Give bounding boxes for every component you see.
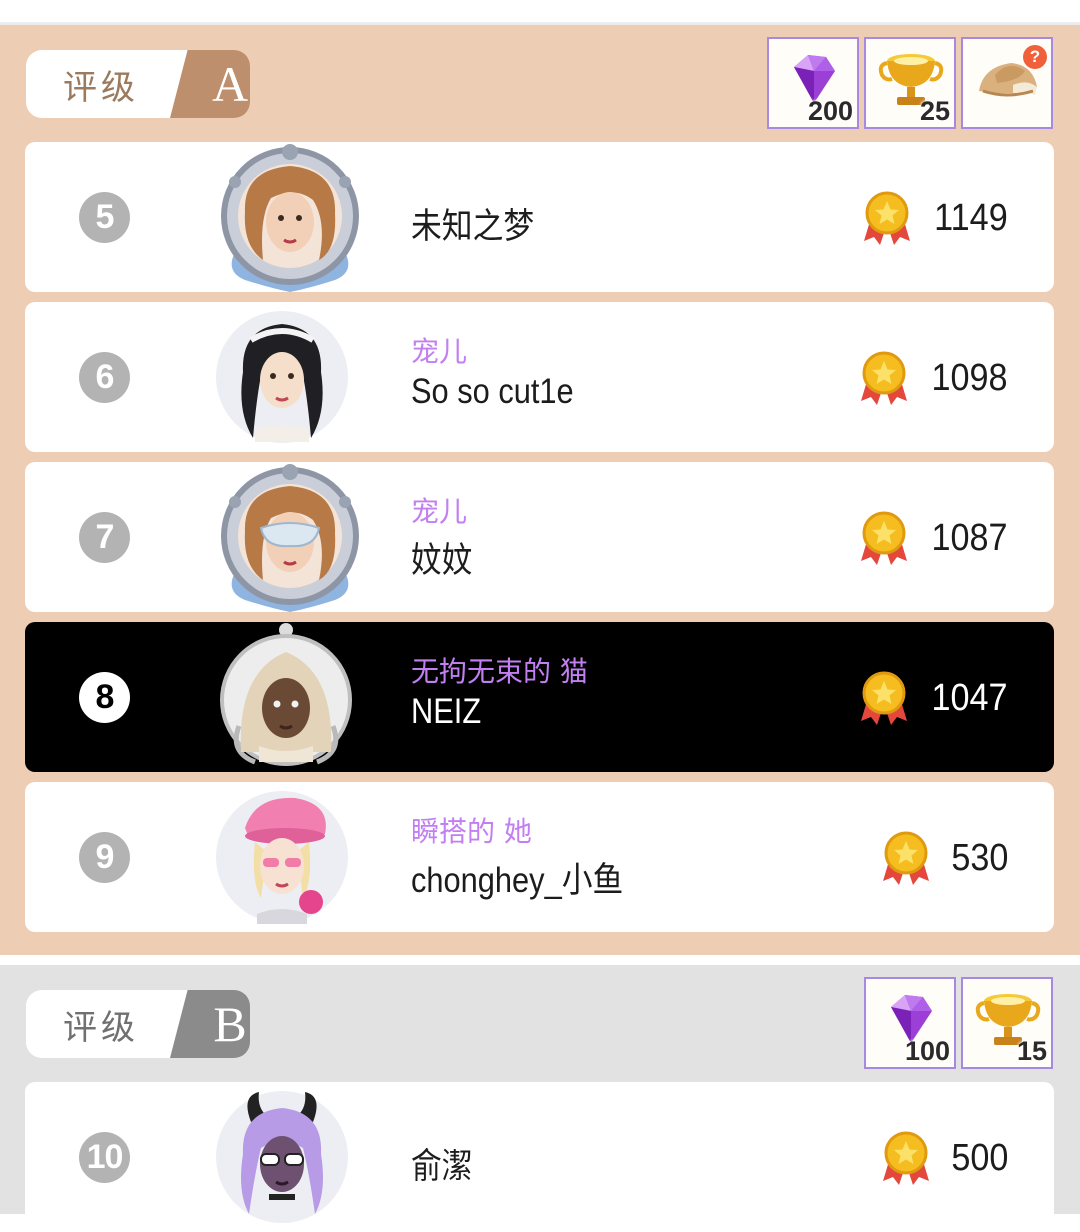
reward-trophy[interactable]: 15 xyxy=(961,977,1053,1069)
grade-label: 评级 xyxy=(63,1007,139,1048)
avatar[interactable] xyxy=(215,302,355,452)
grade-letter: A xyxy=(170,50,250,118)
grade-label: 评级 xyxy=(63,67,139,108)
reward-hat[interactable]: ? xyxy=(961,37,1053,129)
avatar[interactable] xyxy=(215,622,355,772)
score: 1047 xyxy=(859,670,1008,726)
score: 500 xyxy=(881,1130,1008,1186)
avatar[interactable] xyxy=(215,462,359,612)
medal-icon xyxy=(861,511,908,565)
score: 1098 xyxy=(859,350,1008,406)
medal-icon xyxy=(864,191,911,245)
grade-a-section: 评级 A 200 25 ? 5 未知之梦 1149 6 宠儿 So so cut… xyxy=(0,25,1080,955)
score-value: 500 xyxy=(950,1136,1008,1179)
reward-count: 15 xyxy=(1016,1036,1047,1066)
leaderboard-row[interactable]: 10 俞潔 500 xyxy=(25,1082,1054,1232)
grade-b-section: 评级 B 100 15 10 俞潔 500 xyxy=(0,965,1080,1232)
rank-badge: 5 xyxy=(79,192,130,243)
score-value: 1098 xyxy=(931,356,1008,399)
player-name: So so cut1e xyxy=(411,372,574,411)
leaderboard-row[interactable]: 6 宠儿 So so cut1e 1098 xyxy=(25,302,1054,452)
leaderboard-row[interactable]: 5 未知之梦 1149 xyxy=(25,142,1054,292)
score-value: 1087 xyxy=(931,516,1008,559)
rank-badge: 9 xyxy=(79,832,130,883)
score: 1087 xyxy=(859,510,1008,566)
leaderboard-row-current-user[interactable]: 8 无拘无束的 猫 NEIZ 1047 xyxy=(25,622,1054,772)
rank-badge: 10 xyxy=(79,1132,130,1183)
reward-diamond[interactable]: 200 xyxy=(767,37,859,129)
grade-letter: B xyxy=(170,990,250,1058)
reward-trophy[interactable]: 25 xyxy=(864,37,956,129)
rank-badge: 7 xyxy=(79,512,130,563)
player-title: 无拘无束的 猫 xyxy=(411,655,588,688)
player-name: NEIZ xyxy=(411,692,482,731)
score-value: 1149 xyxy=(934,196,1008,239)
medal-icon xyxy=(861,671,908,725)
medal-icon xyxy=(882,1131,929,1185)
rank-badge: 8 xyxy=(79,672,130,723)
player-title: 瞬搭的 她 xyxy=(411,815,532,848)
grade-b-badge: 评级 B xyxy=(26,990,250,1058)
reward-count: 200 xyxy=(807,96,853,126)
rank-badge: 6 xyxy=(79,352,130,403)
player-name: 妏妏 xyxy=(411,541,473,580)
avatar[interactable] xyxy=(215,782,355,932)
player-title: 宠儿 xyxy=(411,495,468,528)
avatar[interactable] xyxy=(215,1082,355,1232)
reward-diamond[interactable]: 100 xyxy=(864,977,956,1069)
score-value: 530 xyxy=(950,836,1008,879)
player-title: 宠儿 xyxy=(411,335,468,368)
reward-count: 100 xyxy=(904,1036,950,1066)
score: 530 xyxy=(881,830,1008,886)
player-name: chonghey_小鱼 xyxy=(411,861,624,900)
score-value: 1047 xyxy=(931,676,1008,719)
leaderboard-row[interactable]: 9 瞬搭的 她 chonghey_小鱼 530 xyxy=(25,782,1054,932)
medal-icon xyxy=(882,831,929,885)
help-badge[interactable]: ? xyxy=(1023,45,1047,69)
player-name: 俞潔 xyxy=(411,1147,473,1186)
medal-icon xyxy=(861,351,908,405)
reward-count: 25 xyxy=(919,96,950,126)
score: 1149 xyxy=(862,190,1008,246)
avatar[interactable] xyxy=(215,142,359,292)
grade-a-badge: 评级 A xyxy=(26,50,250,118)
player-name: 未知之梦 xyxy=(411,207,535,246)
leaderboard-row[interactable]: 7 宠儿 妏妏 1087 xyxy=(25,462,1054,612)
